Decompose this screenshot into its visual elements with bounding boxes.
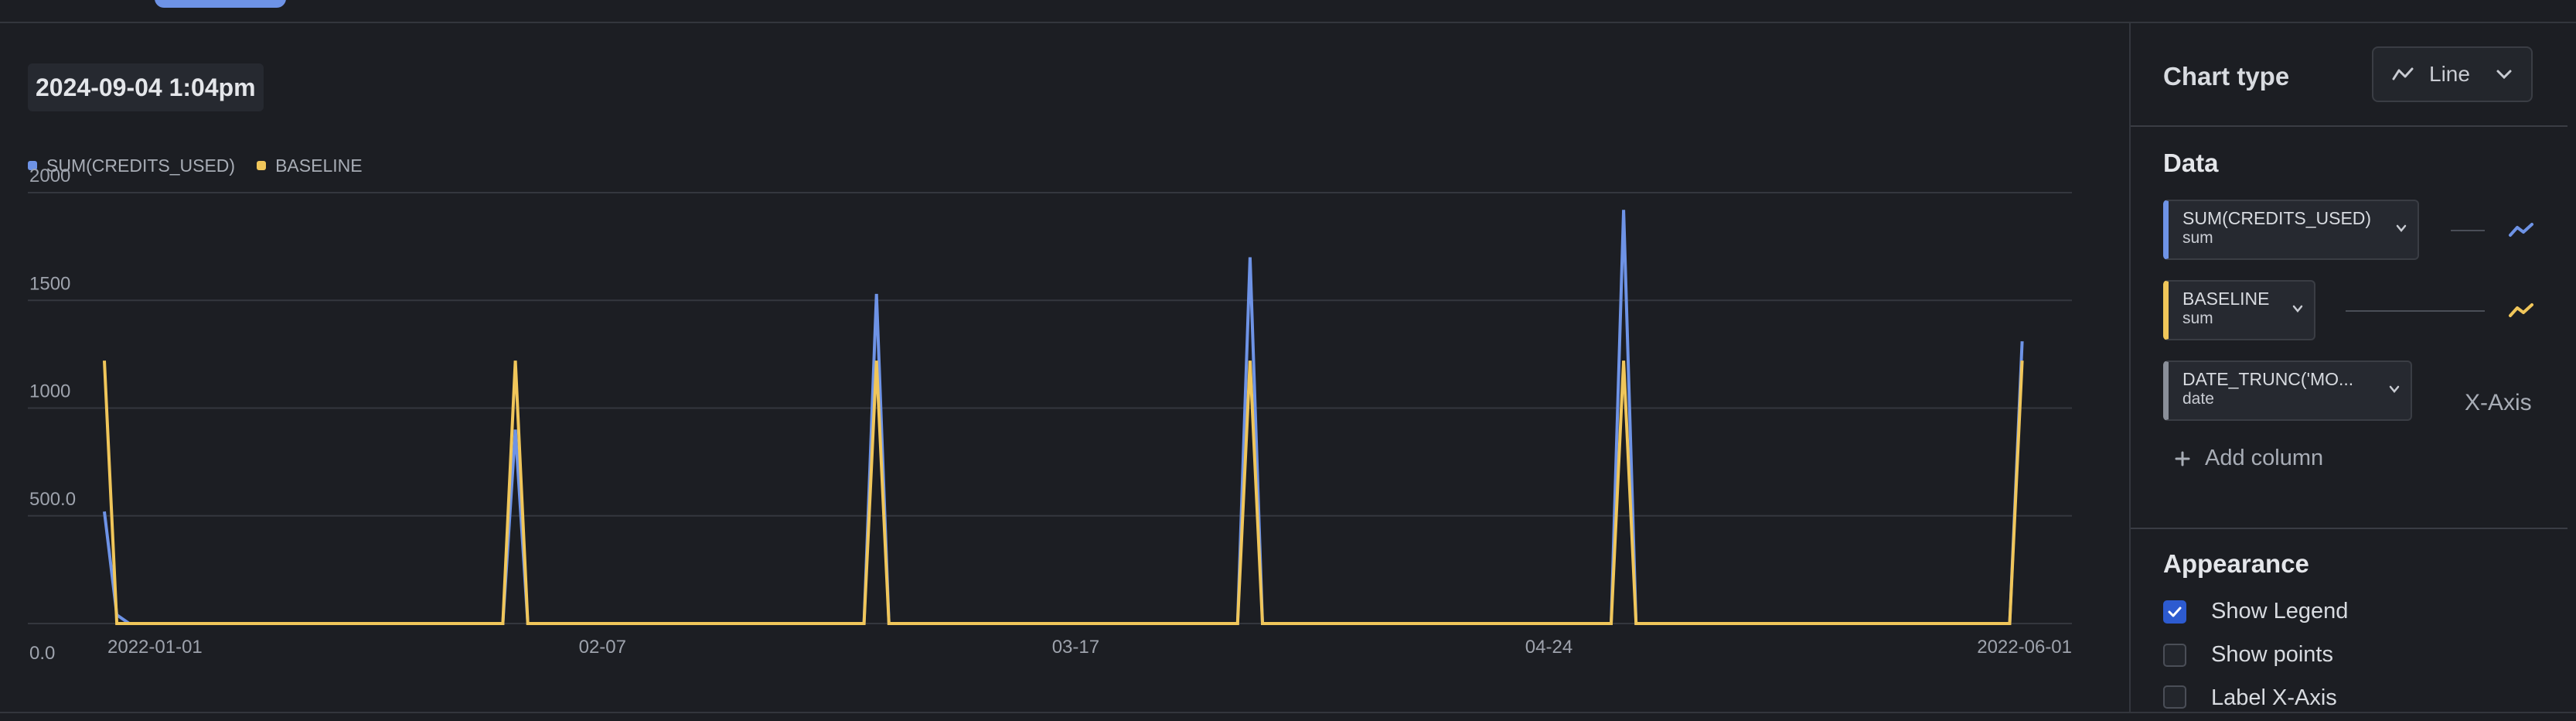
show-points-checkbox[interactable]	[2163, 643, 2186, 667]
y-tick-label: 1000	[29, 381, 70, 402]
active-tab-indicator[interactable]	[155, 0, 286, 8]
column-name: DATE_TRUNC('MO...	[2182, 369, 2354, 389]
x-tick-label: 2022-06-01	[1977, 637, 2072, 658]
chevron-down-icon	[2396, 224, 2407, 232]
plus-icon	[2175, 451, 2190, 466]
add-column-label: Add column	[2205, 446, 2324, 470]
show-points-option[interactable]: Show points	[2163, 642, 2333, 668]
column-aggregation: sum	[2182, 309, 2213, 327]
chevron-down-icon	[2389, 385, 2400, 393]
chevron-down-icon	[2292, 305, 2303, 313]
bottom-border	[0, 712, 2576, 713]
line-chart-icon	[2392, 67, 2414, 80]
x-tick-label: 02-07	[579, 637, 626, 658]
series-line-icon[interactable]	[2508, 302, 2534, 319]
column-name: SUM(CREDITS_USED)	[2182, 208, 2372, 228]
y-tick-label: 0.0	[29, 643, 55, 664]
chart-settings-panel: Chart type Line Data SUM(CREDITS_USED) s…	[2129, 23, 2567, 712]
column-pill-credits[interactable]: SUM(CREDITS_USED) sum	[2163, 200, 2419, 260]
label-x-axis-label: Label X-Axis	[2211, 685, 2337, 710]
y-tick-label: 500.0	[29, 489, 76, 510]
show-legend-checkbox[interactable]	[2163, 600, 2186, 624]
x-axis-role-label[interactable]: X-Axis	[2465, 390, 2532, 416]
line-style-indicator[interactable]	[2451, 230, 2485, 231]
add-column-button[interactable]: Add column	[2174, 446, 2323, 471]
y-tick-label: 1500	[29, 273, 70, 294]
column-aggregation: date	[2182, 390, 2214, 408]
series-line-icon[interactable]	[2508, 221, 2534, 238]
top-bar	[0, 0, 2576, 23]
label-x-axis-checkbox[interactable]	[2163, 685, 2186, 709]
x-tick-label: 03-17	[1052, 637, 1099, 658]
chart-type-select[interactable]: Line	[2372, 46, 2533, 102]
series-line-credits	[103, 210, 2024, 625]
chevron-down-icon	[2496, 70, 2512, 80]
checkmark-icon	[2168, 607, 2182, 617]
column-aggregation: sum	[2182, 229, 2213, 247]
show-legend-label: Show Legend	[2211, 599, 2349, 624]
label-x-axis-option[interactable]: Label X-Axis	[2163, 685, 2337, 712]
chart-area: 2024-09-04 1:04pm SUM(CREDITS_USED) BASE…	[0, 23, 2129, 712]
x-tick-label: 04-24	[1525, 637, 1573, 658]
section-divider	[2131, 125, 2567, 127]
column-pill-baseline[interactable]: BASELINE sum	[2163, 280, 2315, 340]
show-legend-option[interactable]: Show Legend	[2163, 599, 2348, 624]
x-tick-label: 2022-01-01	[107, 637, 203, 658]
show-points-label: Show points	[2211, 642, 2333, 667]
section-divider	[2131, 528, 2567, 529]
chart-type-heading: Chart type	[2163, 62, 2290, 91]
chart-type-value: Line	[2429, 62, 2470, 86]
line-style-indicator[interactable]	[2346, 310, 2485, 312]
column-name: BASELINE	[2182, 289, 2270, 309]
series-line-baseline	[103, 360, 2024, 625]
appearance-heading: Appearance	[2163, 549, 2309, 578]
y-tick-label: 2000	[29, 166, 70, 186]
line-chart: 0.0 500.0 1000 1500 2000 2022-01-01 02-07 03-17…	[28, 166, 2072, 664]
column-pill-date[interactable]: DATE_TRUNC('MO... date	[2163, 360, 2412, 421]
data-heading: Data	[2163, 149, 2219, 177]
